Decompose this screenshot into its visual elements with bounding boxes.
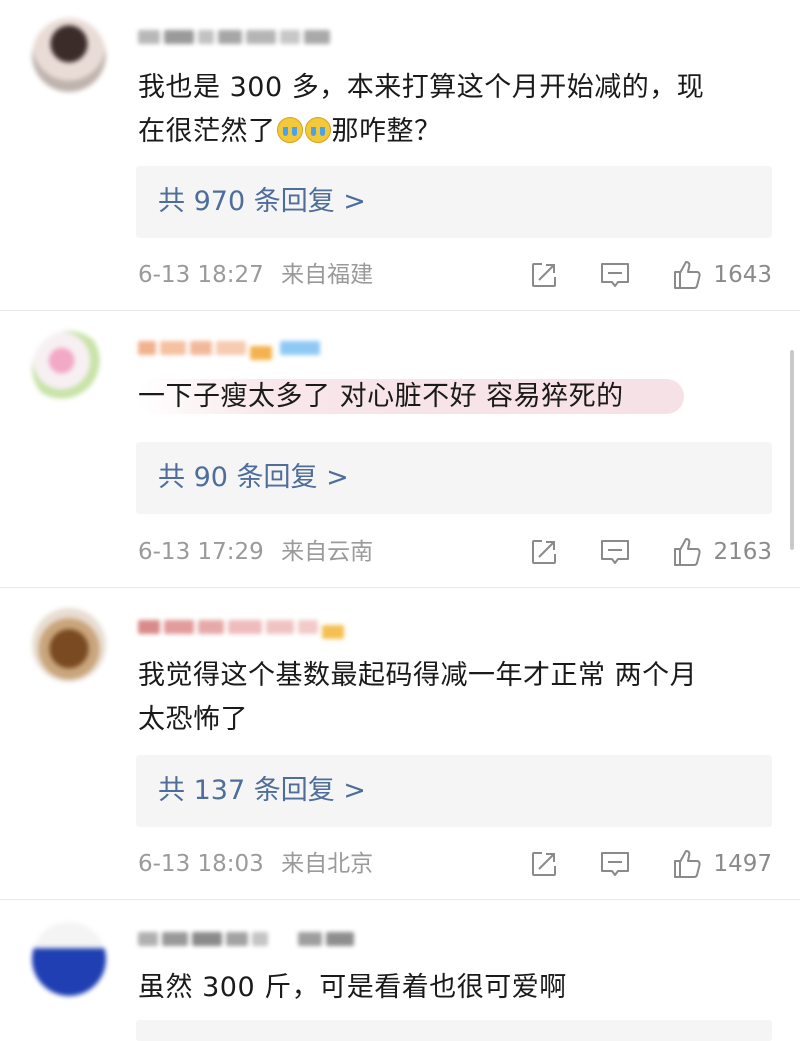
timestamp: 6-13 18:03 bbox=[138, 851, 264, 877]
view-replies-link[interactable]: 共 137 条回复 > bbox=[158, 755, 366, 827]
action-bar: 2163 bbox=[529, 535, 772, 569]
comment-text: 我也是 300 多，本来打算这个月开始减的，现 在很茫然了 那咋整？ bbox=[138, 66, 768, 154]
comment-button[interactable] bbox=[599, 537, 631, 567]
location: 来自云南 bbox=[281, 539, 374, 565]
avatar[interactable] bbox=[32, 922, 106, 996]
like-button[interactable]: 2163 bbox=[671, 536, 772, 568]
replies-box[interactable]: 共 970 条回复 > bbox=[136, 166, 772, 238]
share-box-icon bbox=[532, 852, 557, 876]
like-count: 1497 bbox=[713, 851, 772, 877]
comment-text: 我觉得这个基数最起码得减一年才正常 两个月 太恐怖了 bbox=[138, 654, 768, 742]
action-bar: 1497 bbox=[529, 847, 772, 881]
thumbs-up-icon bbox=[674, 538, 702, 566]
crying-face-emoji-icon bbox=[276, 117, 303, 143]
comment-meta: 6-13 18:03 来自北京 bbox=[138, 849, 373, 879]
comment-item: 我觉得这个基数最起码得减一年才正常 两个月 太恐怖了 共 137 条回复 > 6… bbox=[0, 588, 800, 900]
comment-bubble-icon bbox=[601, 540, 630, 564]
timestamp: 6-13 18:27 bbox=[138, 262, 264, 288]
highlighted-comment-text: 一下子瘦太多了 对心脏不好 容易猝死的 bbox=[138, 379, 684, 414]
comment-item: 我也是 300 多，本来打算这个月开始减的，现 在很茫然了 那咋整？ 共 970 … bbox=[0, 0, 800, 311]
avatar[interactable] bbox=[32, 18, 106, 92]
badge-icon bbox=[250, 345, 272, 360]
avatar[interactable] bbox=[32, 331, 106, 405]
comment-button[interactable] bbox=[599, 849, 631, 879]
comment-text: 虽然 300 斤，可是看着也很可爱啊 bbox=[138, 966, 768, 1010]
view-replies-link[interactable]: 共 90 条回复 > bbox=[158, 442, 349, 514]
username-blurred[interactable] bbox=[138, 26, 338, 48]
location: 来自福建 bbox=[281, 262, 374, 288]
forward-button[interactable] bbox=[529, 537, 559, 567]
replies-box[interactable] bbox=[136, 1020, 772, 1041]
comment-text-line: 太恐怖了 bbox=[138, 704, 248, 735]
like-button[interactable]: 1643 bbox=[671, 259, 772, 291]
comment-text-segment: 那咋整？ bbox=[331, 116, 442, 147]
timestamp: 6-13 17:29 bbox=[138, 539, 264, 565]
scrollbar[interactable] bbox=[790, 350, 794, 550]
comment-bubble-icon bbox=[601, 852, 630, 876]
comment-text-line: 在很茫然了 那咋整？ bbox=[138, 110, 768, 154]
badge-icon bbox=[322, 624, 344, 639]
comment-bubble-icon bbox=[601, 263, 630, 287]
comment-text: 一下子瘦太多了 对心脏不好 容易猝死的 bbox=[138, 375, 758, 419]
replies-box[interactable]: 共 137 条回复 > bbox=[136, 755, 772, 827]
comment-button[interactable] bbox=[599, 260, 631, 290]
replies-box[interactable]: 共 90 条回复 > bbox=[136, 442, 772, 514]
action-bar: 1643 bbox=[529, 258, 772, 292]
crying-face-emoji-icon bbox=[304, 117, 331, 143]
comment-feed: 我也是 300 多，本来打算这个月开始减的，现 在很茫然了 那咋整？ 共 970 … bbox=[0, 0, 800, 1041]
like-button[interactable]: 1497 bbox=[671, 848, 772, 880]
comment-text-line: 我也是 300 多，本来打算这个月开始减的，现 bbox=[138, 72, 705, 103]
comment-meta: 6-13 17:29 来自云南 bbox=[138, 537, 373, 567]
comment-text-line: 虽然 300 斤，可是看着也很可爱啊 bbox=[138, 972, 567, 1003]
comment-text-segment: 在很茫然了 bbox=[138, 116, 276, 147]
username-blurred[interactable] bbox=[138, 616, 418, 639]
forward-button[interactable] bbox=[529, 260, 559, 290]
share-box-icon bbox=[532, 540, 557, 564]
comment-text-line: 我觉得这个基数最起码得减一年才正常 两个月 bbox=[138, 660, 698, 691]
view-replies-link[interactable]: 共 970 条回复 > bbox=[158, 166, 366, 238]
location: 来自北京 bbox=[281, 851, 374, 877]
avatar[interactable] bbox=[32, 608, 106, 682]
username-blurred[interactable] bbox=[138, 928, 418, 950]
username-blurred[interactable] bbox=[138, 337, 338, 360]
thumbs-up-icon bbox=[674, 261, 702, 289]
share-box-icon bbox=[532, 263, 557, 287]
comment-item: 虽然 300 斤，可是看着也很可爱啊 bbox=[0, 900, 800, 1041]
like-count: 1643 bbox=[713, 262, 772, 288]
comment-meta: 6-13 18:27 来自福建 bbox=[138, 260, 373, 290]
comment-item: 一下子瘦太多了 对心脏不好 容易猝死的 共 90 条回复 > 6-13 17:2… bbox=[0, 311, 800, 588]
forward-button[interactable] bbox=[529, 849, 559, 879]
like-count: 2163 bbox=[713, 539, 772, 565]
thumbs-up-icon bbox=[674, 850, 702, 878]
